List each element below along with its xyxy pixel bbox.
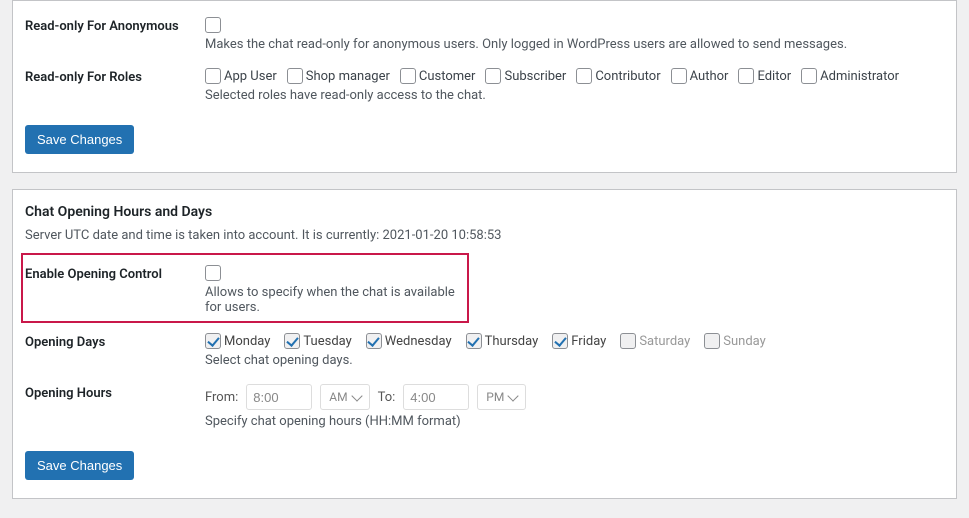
chevron-down-icon — [508, 390, 519, 401]
days-list: Monday Tuesday Wednesday Thursday Friday Satu… — [205, 333, 944, 349]
day-checkbox[interactable] — [205, 333, 221, 349]
role-checkbox[interactable] — [287, 68, 303, 84]
opening-hours-label: Opening Hours — [25, 384, 205, 401]
role-label: Subscriber — [504, 69, 566, 84]
from-label: From: — [205, 390, 238, 405]
readonly-roles-desc: Selected roles have read-only access to … — [205, 88, 944, 103]
readonly-roles-label: Read-only For Roles — [25, 68, 205, 85]
day-item: Wednesday — [366, 333, 452, 349]
enable-opening-desc: Allows to specify when the chat is avail… — [205, 285, 465, 315]
opening-days-desc: Select chat opening days. — [205, 353, 944, 368]
role-item: Customer — [400, 68, 476, 84]
readonly-settings-panel: Read-only For Anonymous Makes the chat r… — [12, 0, 957, 173]
readonly-anonymous-label: Read-only For Anonymous — [25, 17, 205, 34]
day-label: Sunday — [723, 334, 766, 349]
day-item: Sunday — [704, 333, 766, 349]
day-checkbox[interactable] — [366, 333, 382, 349]
day-label: Monday — [224, 334, 270, 349]
section-title: Chat Opening Hours and Days — [25, 190, 944, 224]
role-item: Author — [671, 68, 729, 84]
save-button[interactable]: Save Changes — [25, 451, 134, 480]
readonly-anonymous-checkbox[interactable] — [205, 17, 221, 33]
role-label: Shop manager — [306, 69, 390, 84]
role-checkbox[interactable] — [801, 68, 817, 84]
opening-hours-desc: Specify chat opening hours (HH:MM format… — [205, 414, 944, 429]
to-label: To: — [378, 390, 396, 405]
from-time-input[interactable] — [246, 384, 312, 410]
day-label: Tuesday — [303, 334, 351, 349]
day-item: Thursday — [466, 333, 539, 349]
chevron-down-icon — [351, 390, 362, 401]
opening-hours-panel: Chat Opening Hours and Days Server UTC d… — [12, 189, 957, 499]
day-label: Saturday — [639, 334, 690, 349]
day-label: Friday — [571, 334, 606, 349]
day-item: Saturday — [620, 333, 690, 349]
day-item: Tuesday — [284, 333, 351, 349]
role-checkbox[interactable] — [205, 68, 221, 84]
readonly-anonymous-desc: Makes the chat read-only for anonymous u… — [205, 37, 944, 52]
from-ampm-select[interactable]: AM — [320, 384, 369, 410]
role-checkbox[interactable] — [671, 68, 687, 84]
role-item: Contributor — [576, 68, 660, 84]
role-checkbox[interactable] — [576, 68, 592, 84]
role-label: Author — [690, 69, 729, 84]
from-ampm-value: AM — [329, 390, 347, 404]
opening-days-row: Opening Days Monday Tuesday Wednesday Thurs… — [25, 323, 944, 374]
role-label: Administrator — [820, 69, 899, 84]
roles-list: App User Shop manager Customer Subscriber Co… — [205, 68, 944, 84]
role-label: Editor — [757, 69, 791, 84]
role-label: App User — [224, 69, 277, 84]
enable-opening-checkbox[interactable] — [205, 265, 221, 281]
role-label: Customer — [419, 69, 476, 84]
day-checkbox[interactable] — [552, 333, 568, 349]
role-checkbox[interactable] — [738, 68, 754, 84]
role-item: Administrator — [801, 68, 899, 84]
readonly-roles-row: Read-only For Roles App User Shop manager… — [25, 58, 944, 109]
role-item: Editor — [738, 68, 791, 84]
day-item: Friday — [552, 333, 606, 349]
role-label: Contributor — [595, 69, 660, 84]
server-time-note: Server UTC date and time is taken into a… — [25, 224, 944, 253]
day-checkbox[interactable] — [284, 333, 300, 349]
day-checkbox[interactable] — [620, 333, 636, 349]
role-checkbox[interactable] — [400, 68, 416, 84]
to-time-input[interactable] — [403, 384, 469, 410]
day-label: Wednesday — [385, 334, 452, 349]
save-button[interactable]: Save Changes — [25, 125, 134, 154]
day-item: Monday — [205, 333, 270, 349]
to-ampm-value: PM — [486, 390, 504, 404]
role-checkbox[interactable] — [485, 68, 501, 84]
to-ampm-select[interactable]: PM — [477, 384, 526, 410]
day-label: Thursday — [485, 334, 539, 349]
enable-opening-control-row: Enable Opening Control Allows to specify… — [21, 253, 469, 323]
day-checkbox[interactable] — [466, 333, 482, 349]
role-item: App User — [205, 68, 277, 84]
opening-days-label: Opening Days — [25, 333, 205, 350]
opening-hours-row: Opening Hours From: AM To: PM Specify ch… — [25, 374, 944, 435]
enable-opening-label: Enable Opening Control — [25, 265, 205, 282]
readonly-anonymous-row: Read-only For Anonymous Makes the chat r… — [25, 7, 944, 58]
day-checkbox[interactable] — [704, 333, 720, 349]
role-item: Shop manager — [287, 68, 390, 84]
role-item: Subscriber — [485, 68, 566, 84]
